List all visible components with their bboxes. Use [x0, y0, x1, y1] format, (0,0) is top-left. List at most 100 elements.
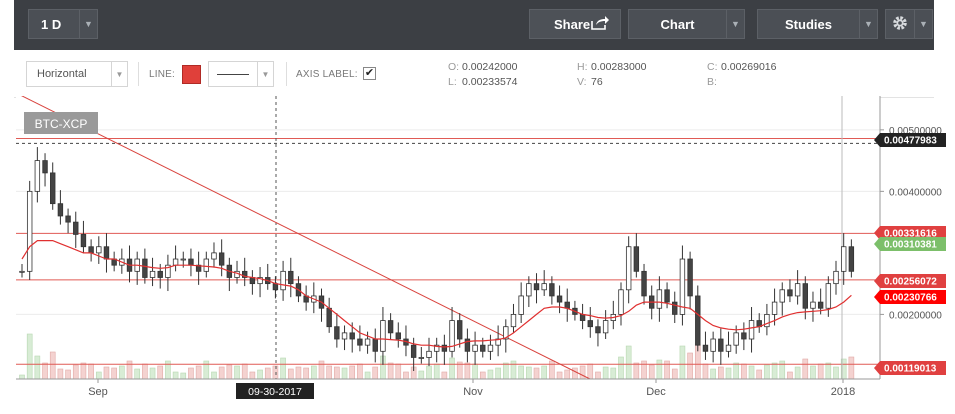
- volume-bar: [549, 360, 555, 380]
- period-select[interactable]: 1 D ▼: [28, 9, 98, 39]
- volume-bar: [188, 367, 194, 380]
- ohlc-b: B:: [707, 76, 717, 88]
- candle-body: [794, 283, 801, 297]
- volume-bar: [794, 366, 801, 380]
- candle-body: [395, 332, 401, 340]
- candle-body: [771, 301, 778, 315]
- candle-body: [249, 277, 256, 285]
- volume-bar: [618, 356, 624, 380]
- ohlc-close: C: 0.00269016: [707, 61, 777, 73]
- volume-bar: [72, 364, 79, 380]
- volume-bar: [817, 363, 824, 380]
- volume-bar: [349, 365, 356, 380]
- volume-bar: [334, 366, 340, 380]
- candle-body: [326, 307, 332, 328]
- volume-bar: [464, 362, 471, 380]
- candle-body: [510, 314, 517, 328]
- candle-body: [364, 338, 371, 346]
- volume-bar: [579, 365, 586, 380]
- drawing-tool-select[interactable]: Horizontal ▼: [26, 61, 128, 87]
- candle-body: [633, 246, 640, 272]
- x-tick-label: Nov: [463, 386, 483, 398]
- volume-bar: [587, 363, 594, 380]
- volume-bar: [65, 369, 71, 380]
- share-button[interactable]: Share: [529, 9, 621, 39]
- price-tag-label: 0.00230766: [884, 293, 937, 304]
- chevron-down-icon: ▼: [914, 10, 932, 38]
- line-style-icon: [217, 73, 249, 75]
- top-toolbar: 1 D ▼ Share Chart ▼ Studies ▼ ▼: [14, 0, 934, 50]
- chevron-down-icon: ▼: [111, 62, 127, 86]
- volume-bar: [441, 371, 448, 380]
- candle-body: [380, 320, 386, 352]
- volume-bar: [172, 371, 179, 380]
- candle-body: [725, 344, 732, 352]
- volume-bar: [702, 363, 709, 380]
- line-label: LINE:: [149, 69, 176, 80]
- candle-body: [656, 289, 663, 309]
- volume-bar: [764, 364, 770, 380]
- candle-body: [65, 215, 71, 223]
- drawing-tool-label: Horizontal: [37, 68, 87, 80]
- volume-bar: [226, 364, 233, 380]
- candle-body: [741, 332, 747, 340]
- candle-body: [80, 234, 87, 248]
- volume-bar: [771, 362, 778, 380]
- volume-bar: [372, 366, 379, 380]
- volume-bar: [165, 360, 171, 380]
- candle-body: [218, 252, 225, 266]
- candle-body: [587, 320, 593, 328]
- volume-bar: [142, 363, 148, 380]
- volume-bar: [825, 362, 832, 380]
- candle-body: [518, 295, 524, 315]
- candle-body: [288, 270, 294, 285]
- candle-body: [687, 258, 693, 297]
- studies-select[interactable]: Studies ▼: [757, 9, 878, 39]
- volume-bar: [564, 369, 571, 380]
- volume-bar: [833, 366, 839, 380]
- chart-label: Chart: [660, 16, 695, 32]
- candle-body: [57, 203, 64, 217]
- studies-label: Studies: [785, 16, 832, 32]
- volume-bar: [779, 360, 786, 380]
- volume-bar: [134, 368, 140, 380]
- share-icon: [590, 15, 610, 34]
- candle-body: [441, 344, 448, 352]
- settings-button[interactable]: ▼: [885, 9, 933, 39]
- ohlc-low: L: 0.00233574: [448, 76, 518, 88]
- volume-bar: [526, 366, 532, 380]
- chevron-down-icon: ▼: [79, 10, 97, 38]
- candle-body: [672, 301, 678, 315]
- axis-label-checkbox[interactable]: ✔: [363, 67, 376, 80]
- volume-bar: [518, 365, 524, 380]
- candle-body: [840, 246, 847, 272]
- volume-bar: [487, 369, 494, 380]
- candle-body: [602, 320, 609, 334]
- volume-bar: [479, 371, 486, 380]
- candle-body: [372, 338, 378, 352]
- volume-bar: [541, 365, 547, 380]
- axis-label-text: AXIS LABEL:: [296, 69, 358, 80]
- candle-body: [387, 320, 394, 334]
- chevron-down-icon: ▼: [726, 10, 744, 38]
- price-tag-label: 0.00256072: [884, 277, 937, 288]
- candle-body: [625, 246, 632, 291]
- candle-body: [472, 344, 478, 352]
- chart-type-select[interactable]: Chart ▼: [628, 9, 745, 39]
- candle-body: [480, 344, 486, 352]
- candle-body: [549, 283, 555, 297]
- x-tick-label: Dec: [646, 386, 666, 398]
- line-color-swatch[interactable]: [182, 65, 201, 84]
- candle-body: [702, 344, 709, 352]
- ohlc-open: O: 0.00242000: [448, 61, 518, 73]
- volume-bar: [426, 365, 432, 380]
- candle-body: [833, 270, 839, 285]
- volume-bar: [180, 372, 187, 380]
- price-chart[interactable]: 0.005000000.004000000.00200000Sep Nov Dec 2…: [0, 96, 955, 414]
- volume-bar: [88, 363, 94, 380]
- volume-bar: [449, 357, 455, 380]
- volume-bar: [280, 357, 286, 380]
- volume-bar: [664, 360, 670, 380]
- line-style-select[interactable]: ▼: [208, 61, 274, 87]
- volume-bar: [433, 363, 440, 380]
